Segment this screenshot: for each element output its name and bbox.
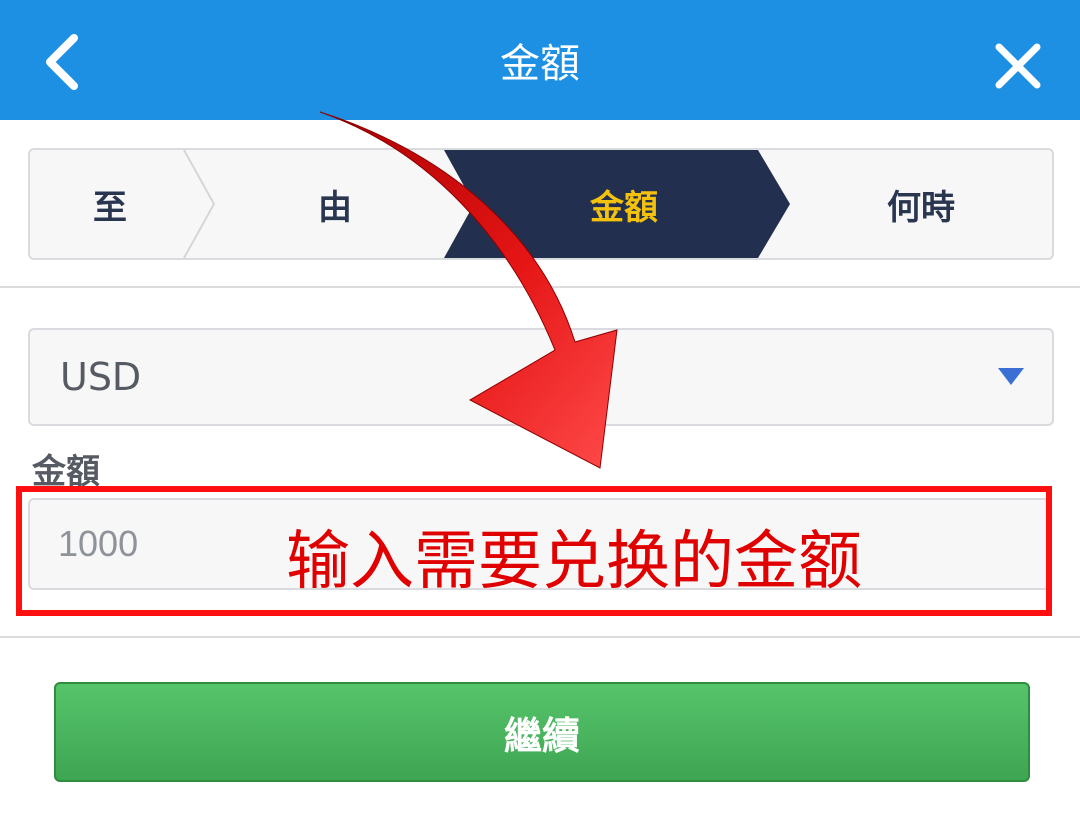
step-amount[interactable]: 金額 <box>474 150 774 258</box>
close-button[interactable] <box>986 34 1050 98</box>
continue-button[interactable]: 繼續 <box>54 682 1030 782</box>
amount-label: 金額 <box>32 452 100 492</box>
currency-select[interactable]: USD <box>28 328 1054 426</box>
currency-select-value: USD <box>60 355 142 399</box>
chevron-left-icon <box>46 34 78 90</box>
caret-down-icon <box>998 368 1024 385</box>
divider <box>0 286 1080 288</box>
step-when[interactable]: 何時 <box>790 150 1052 258</box>
page-title: 金額 <box>500 41 580 87</box>
app-header: 金額 <box>0 0 1080 120</box>
step-from[interactable]: 由 <box>210 150 460 258</box>
back-button[interactable] <box>30 30 94 94</box>
close-icon <box>995 43 1041 89</box>
amount-input[interactable] <box>28 498 1050 590</box>
step-to[interactable]: 至 <box>30 150 190 258</box>
divider <box>0 636 1080 638</box>
step-breadcrumb: 至 由 金額 何時 <box>28 148 1054 260</box>
